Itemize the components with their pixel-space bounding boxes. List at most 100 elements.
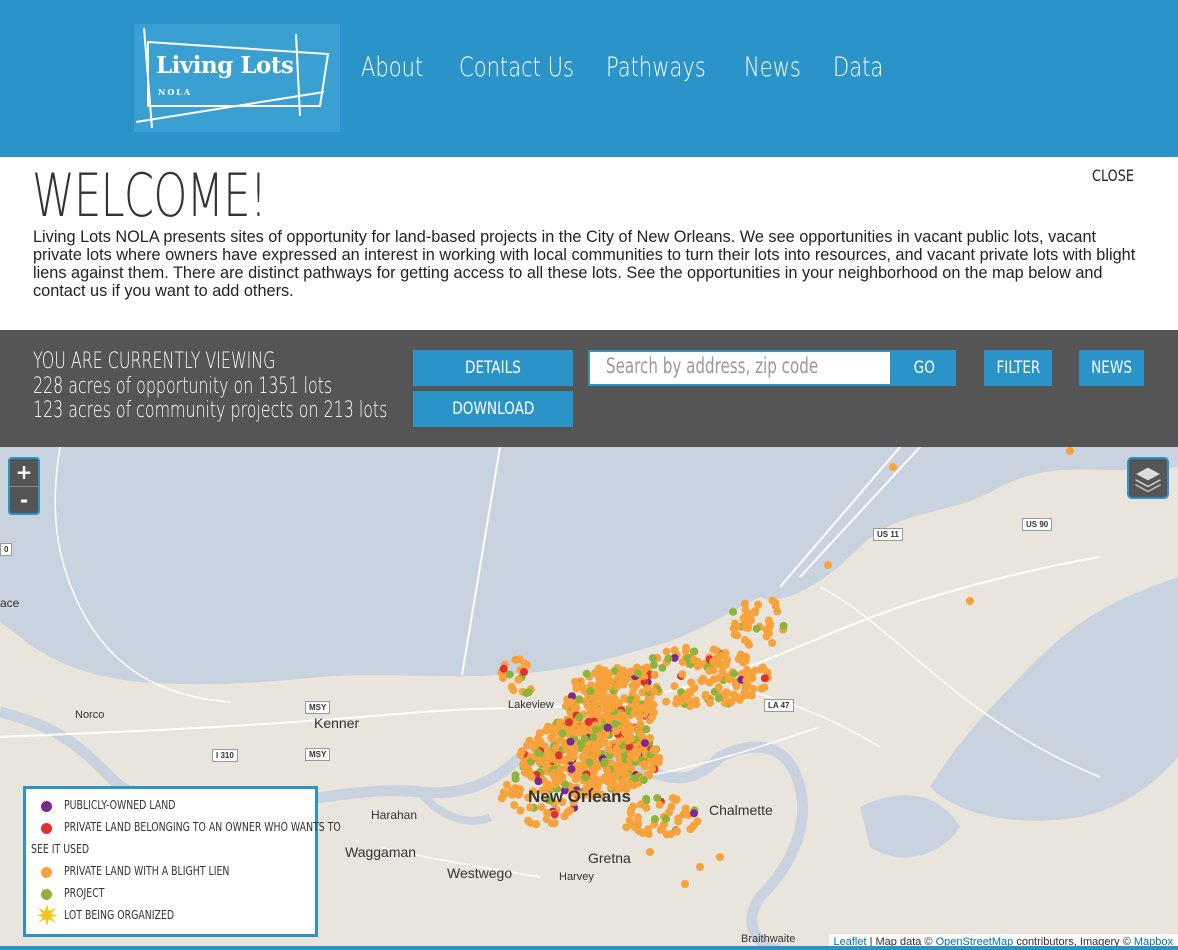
go-button[interactable]: GO [892, 350, 956, 386]
lot-marker[interactable] [514, 790, 523, 799]
lot-marker[interactable] [648, 765, 657, 773]
lot-marker[interactable] [582, 669, 591, 678]
lot-marker[interactable] [768, 639, 777, 647]
lot-marker[interactable] [616, 670, 625, 679]
lot-marker[interactable] [740, 691, 749, 700]
lot-marker[interactable] [576, 727, 585, 736]
lot-marker[interactable] [550, 729, 559, 738]
lot-marker[interactable] [517, 747, 526, 756]
lot-marker[interactable] [730, 669, 739, 678]
lot-marker[interactable] [673, 827, 681, 836]
lot-marker[interactable] [721, 649, 730, 658]
lot-marker[interactable] [592, 775, 601, 784]
lot-marker[interactable] [743, 638, 752, 647]
lot-marker[interactable] [592, 761, 601, 770]
lot-marker[interactable] [760, 683, 769, 692]
lot-marker[interactable] [678, 670, 687, 679]
lot-marker[interactable] [642, 803, 651, 812]
lot-marker[interactable] [752, 624, 761, 633]
lot-marker[interactable] [691, 696, 700, 705]
lot-marker[interactable] [597, 739, 606, 748]
lot-marker[interactable] [640, 739, 649, 748]
lot-marker[interactable] [571, 775, 580, 783]
lot-marker[interactable] [662, 697, 671, 706]
lot-marker[interactable] [722, 688, 731, 697]
living-lots-logo[interactable]: Living Lots NOLA [134, 24, 340, 132]
lot-marker[interactable] [711, 656, 720, 664]
lot-marker[interactable] [543, 808, 552, 817]
lot-marker[interactable] [687, 678, 696, 687]
lot-marker[interactable] [731, 619, 739, 628]
lot-marker[interactable] [551, 743, 560, 752]
lot-marker[interactable] [519, 760, 528, 769]
lot-marker[interactable] [647, 713, 656, 722]
lot-marker[interactable] [766, 620, 775, 629]
lot-marker[interactable] [511, 774, 520, 783]
lot-marker[interactable] [550, 819, 559, 828]
lot-marker[interactable] [591, 725, 600, 734]
lot-marker[interactable] [569, 701, 578, 710]
lot-marker[interactable] [672, 795, 681, 804]
lot-marker[interactable] [550, 769, 559, 778]
lot-marker[interactable] [610, 720, 619, 729]
details-button[interactable]: DETAILS [413, 350, 573, 386]
lot-marker[interactable] [600, 666, 609, 675]
lot-marker[interactable] [720, 699, 729, 708]
lot-marker[interactable] [565, 718, 573, 727]
lot-marker[interactable] [600, 773, 609, 782]
lot-marker[interactable] [603, 766, 612, 775]
lot-marker[interactable] [643, 684, 651, 693]
lot-marker[interactable] [649, 745, 658, 754]
lot-marker[interactable] [640, 760, 649, 769]
lot-marker[interactable] [566, 806, 575, 815]
lot-marker[interactable] [589, 733, 598, 742]
zoom-out-button[interactable]: - [10, 486, 38, 513]
nav-contact-us[interactable]: Contact Us [459, 52, 574, 92]
lot-marker[interactable] [682, 643, 690, 652]
lot-marker[interactable] [760, 674, 769, 683]
lot-marker[interactable] [534, 777, 543, 786]
lot-marker[interactable] [650, 670, 659, 679]
lot-marker[interactable] [670, 682, 679, 691]
lot-marker[interactable] [527, 772, 536, 781]
lot-marker[interactable] [586, 687, 595, 696]
layers-button[interactable] [1127, 457, 1169, 499]
lot-marker[interactable] [497, 794, 506, 803]
close-button[interactable]: CLOSE [1092, 166, 1134, 185]
lot-marker[interactable] [705, 666, 714, 675]
lot-marker[interactable] [626, 809, 635, 818]
lot-marker[interactable] [759, 665, 768, 673]
lot-marker[interactable] [593, 681, 602, 690]
lot-marker[interactable] [631, 698, 640, 707]
lot-marker[interactable] [670, 646, 679, 655]
lot-marker[interactable] [651, 815, 659, 824]
lot-marker[interactable] [681, 880, 689, 888]
lot-marker[interactable] [966, 597, 974, 605]
lot-marker[interactable] [824, 561, 832, 569]
lot-marker[interactable] [644, 825, 653, 834]
lot-marker[interactable] [542, 763, 551, 772]
lot-marker[interactable] [584, 717, 593, 726]
lot-marker[interactable] [648, 654, 657, 663]
lot-marker[interactable] [741, 619, 750, 628]
lot-marker[interactable] [516, 806, 525, 815]
lot-marker[interactable] [523, 661, 531, 670]
lot-marker[interactable] [507, 682, 516, 691]
lot-marker[interactable] [751, 666, 760, 675]
lot-marker[interactable] [520, 668, 528, 676]
lot-marker[interactable] [649, 660, 658, 669]
lot-marker[interactable] [765, 629, 773, 638]
lot-marker[interactable] [656, 825, 665, 834]
lot-marker[interactable] [560, 812, 569, 821]
lot-marker[interactable] [654, 758, 663, 767]
lot-marker[interactable] [747, 609, 756, 618]
lot-marker[interactable] [581, 773, 590, 782]
nav-about[interactable]: About [361, 52, 423, 92]
lot-marker[interactable] [716, 853, 724, 861]
lot-marker[interactable] [630, 683, 639, 692]
lot-marker[interactable] [631, 774, 640, 783]
lot-marker[interactable] [689, 647, 698, 656]
lot-marker[interactable] [534, 748, 543, 757]
lot-marker[interactable] [674, 817, 683, 826]
lot-marker[interactable] [648, 706, 657, 715]
